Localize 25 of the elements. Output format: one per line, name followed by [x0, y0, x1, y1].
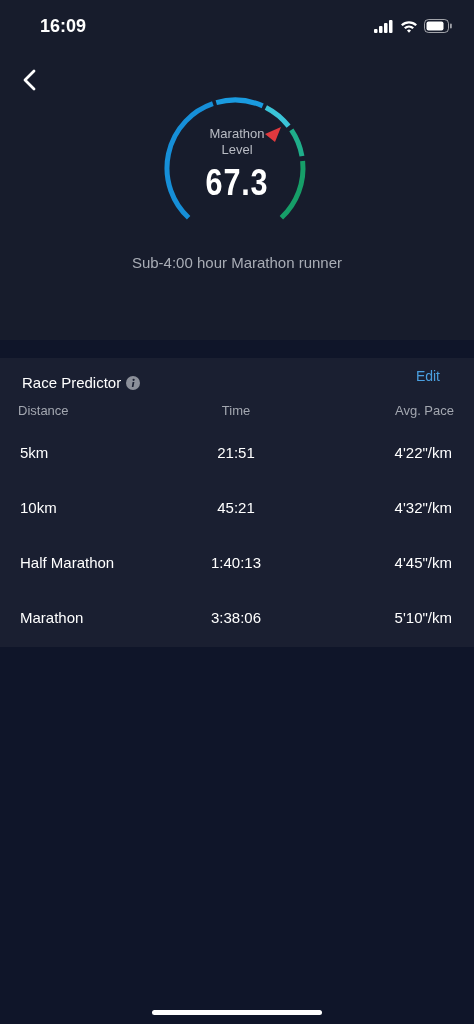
distance-cell: 10km: [20, 499, 57, 516]
gauge-value: 67.3: [204, 162, 270, 204]
info-icon[interactable]: [126, 375, 141, 390]
pace-cell: 4'32"/km: [394, 499, 452, 516]
battery-icon: [424, 19, 452, 33]
wifi-icon: [400, 19, 418, 33]
status-time: 16:09: [40, 15, 87, 37]
distance-cell: Marathon: [20, 609, 84, 626]
time-cell: 3:38:06: [210, 609, 261, 626]
column-header: Time: [220, 403, 251, 420]
section-title: Race Predictor: [22, 374, 122, 391]
gauge-label: Marathon Level: [208, 126, 266, 158]
time-cell: 45:21: [217, 499, 255, 516]
column-header: Avg. Pace: [394, 403, 454, 420]
pace-cell: 4'45"/km: [394, 554, 452, 571]
column-header: Distance: [18, 403, 69, 420]
gauge-caption: Sub-4:00 hour Marathon runner: [130, 254, 344, 271]
pace-cell: 5'10"/km: [394, 609, 452, 626]
distance-cell: 5km: [20, 444, 49, 461]
time-cell: 1:40:13: [210, 554, 261, 571]
edit-link[interactable]: Edit: [415, 368, 452, 384]
time-cell: 21:51: [217, 444, 255, 461]
pace-cell: 4'22"/km: [394, 444, 452, 461]
signal-icon: [374, 19, 394, 33]
distance-cell: Half Marathon: [20, 554, 115, 571]
